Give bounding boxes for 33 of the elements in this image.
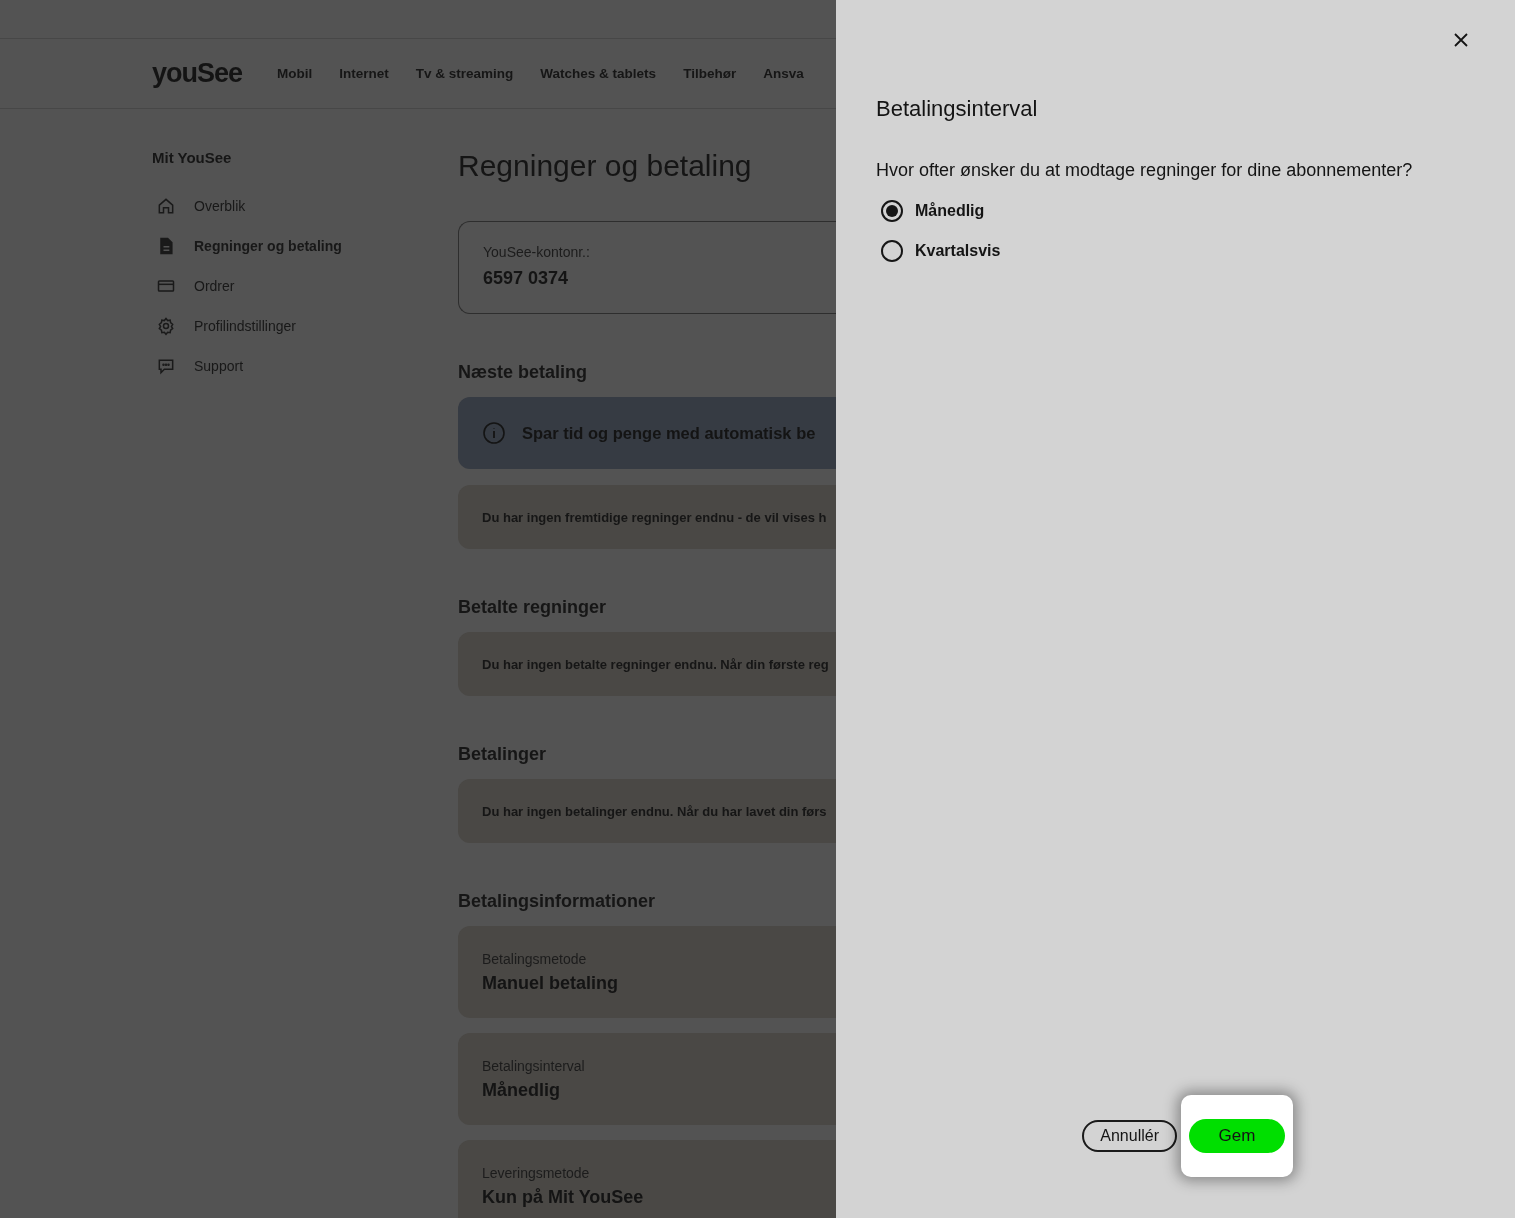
nav-link[interactable]: Tilbehør [683, 66, 737, 81]
nav-link[interactable]: Mobil [277, 66, 313, 81]
page-title: Regninger og betaling [458, 149, 753, 183]
account-number: 6597 0374 [483, 268, 570, 289]
radio-button[interactable] [881, 200, 903, 222]
sidebar-item[interactable]: Overblik [152, 186, 458, 226]
gear-icon [156, 316, 176, 336]
save-button[interactable]: Gem [1189, 1119, 1285, 1153]
nav-link[interactable]: Watches & tablets [540, 66, 657, 81]
nav-link[interactable]: Ansva [763, 66, 804, 81]
nav-link[interactable]: Tv & streaming [415, 66, 514, 81]
question-text: Hvor ofter ønsker du at modtage regninger for dine abonnementer? [876, 160, 1414, 181]
section-heading: Næste betaling [458, 362, 589, 383]
home-icon [156, 196, 176, 216]
chat-icon [156, 356, 176, 376]
radio-button[interactable] [881, 240, 903, 262]
close-icon [1454, 33, 1468, 47]
sidebar-title: Mit YouSee [152, 149, 233, 166]
drawer-title: Betalingsinterval [876, 96, 1039, 122]
section-heading: Betalte regninger [458, 597, 608, 618]
radio-option[interactable]: Månedlig [876, 191, 1475, 231]
logo[interactable]: youSee [152, 58, 243, 89]
cancel-button[interactable]: Annullér [1082, 1120, 1177, 1152]
sidebar-item[interactable]: Profilindstillinger [152, 306, 458, 346]
radio-option[interactable]: Kvartalsvis [876, 231, 1475, 271]
section-heading: Betalinger [458, 744, 548, 765]
sidebar-item[interactable]: Regninger og betaling [152, 226, 458, 266]
account-label: YouSee-kontonr.: [483, 244, 591, 260]
sidebar-item[interactable]: Ordrer [152, 266, 458, 306]
sidebar-item[interactable]: Support [152, 346, 458, 386]
info-icon [482, 421, 506, 445]
nav-link[interactable]: Internet [339, 66, 389, 81]
section-heading: Betalingsinformationer [458, 891, 657, 912]
